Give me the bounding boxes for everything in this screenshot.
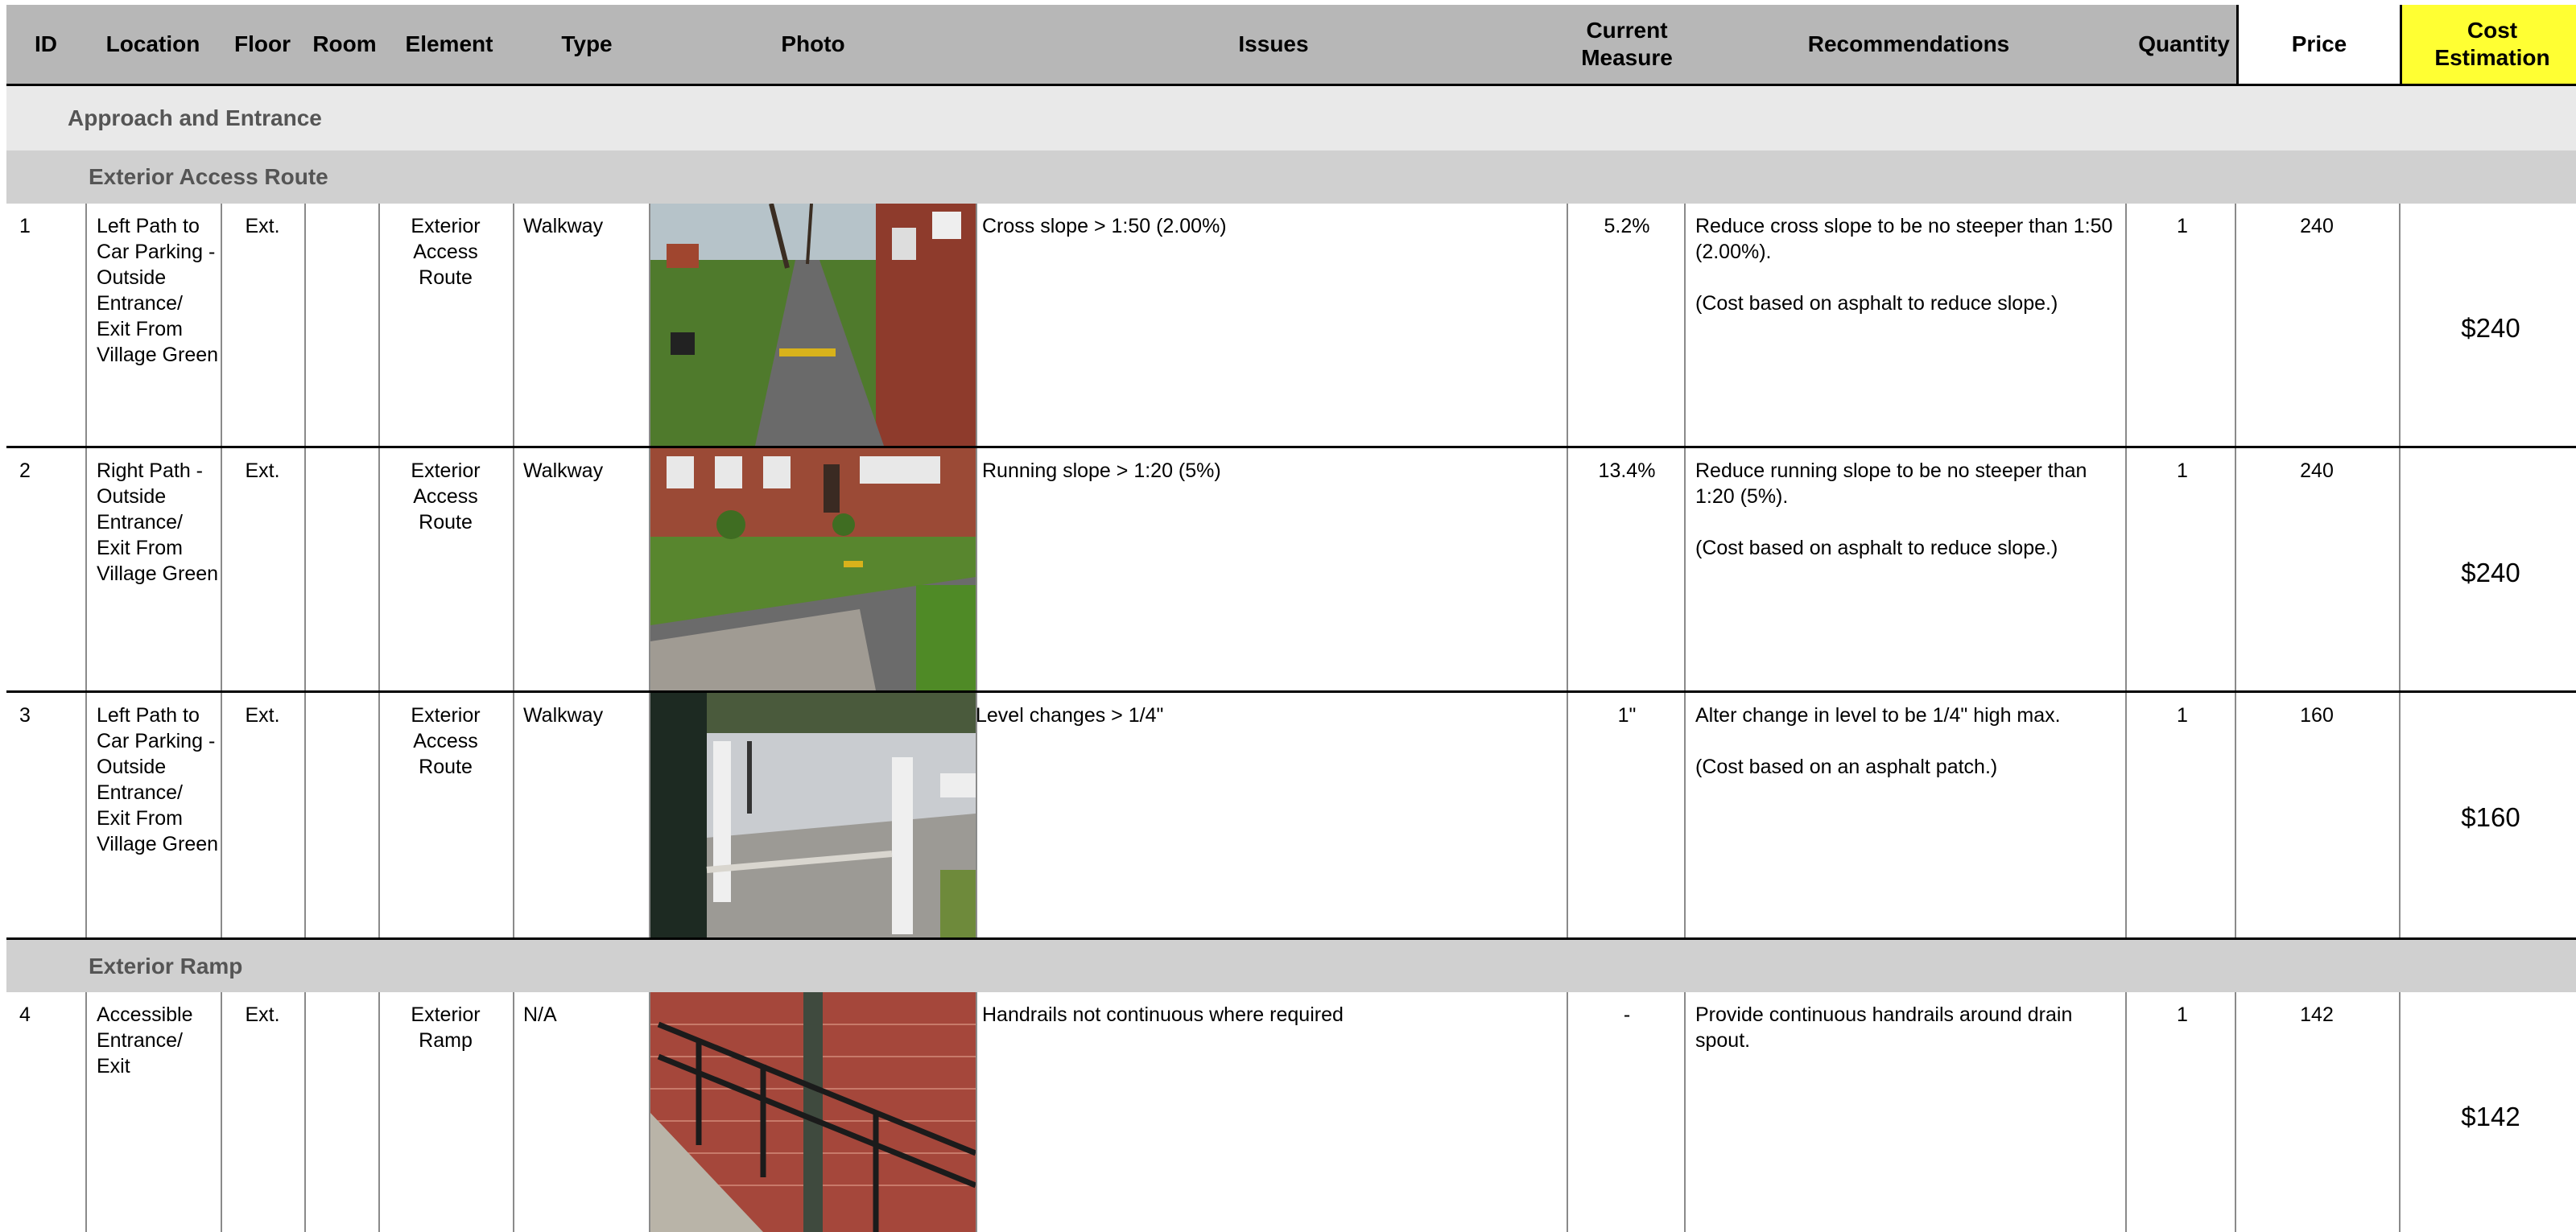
col-header-recommendations[interactable]: Recommendations: [1687, 5, 2130, 84]
cell-issue: Level changes > 1/4": [976, 704, 1164, 727]
ramp-handrail-photo[interactable]: [650, 992, 976, 1232]
col-header-current-measure[interactable]: Current Measure: [1567, 5, 1687, 84]
cell-location: Right Path - Outside Entrance/ Exit From…: [97, 459, 219, 585]
cell-recommendation: Alter change in level to be 1/4" high ma…: [1695, 704, 2061, 778]
cell-floor: Ext.: [245, 459, 280, 482]
cell-recommendation: Reduce running slope to be no steeper th…: [1695, 459, 2087, 559]
cell-cost-estimation: $160: [2461, 802, 2520, 832]
col-header-type[interactable]: Type: [520, 5, 654, 84]
cell-recommendation: Reduce cross slope to be no steeper than…: [1695, 215, 2113, 315]
cell-type: Walkway: [523, 704, 604, 727]
cell-element: Exterior Ramp: [411, 1003, 481, 1052]
cell-issue: Handrails not continuous where required: [982, 1003, 1344, 1026]
cell-id: 1: [19, 215, 31, 237]
cell-issue: Running slope > 1:20 (5%): [982, 459, 1221, 482]
cell-element: Exterior Access Route: [411, 459, 481, 534]
path-photo[interactable]: [650, 448, 976, 690]
section-approach-and-entrance: Approach and Entrance: [6, 86, 2576, 150]
cell-type: Walkway: [523, 459, 604, 482]
walkway-photo[interactable]: [650, 204, 976, 446]
accessibility-report-sheet: ID Location Floor Room Element Type Phot…: [6, 5, 2576, 1232]
cell-id: 2: [19, 459, 31, 482]
col-header-quantity[interactable]: Quantity: [2130, 5, 2238, 84]
col-header-price[interactable]: Price: [2236, 5, 2402, 84]
cell-price: 160: [2300, 704, 2334, 727]
cell-price: 240: [2300, 459, 2334, 482]
cell-quantity: 1: [2177, 1003, 2188, 1026]
cell-cost-estimation: $240: [2461, 313, 2520, 343]
header-row: ID Location Floor Room Element Type Phot…: [6, 5, 2576, 86]
cell-type: Walkway: [523, 215, 604, 237]
cell-id: 3: [19, 704, 31, 727]
cell-quantity: 1: [2177, 704, 2188, 727]
subsection-exterior-access-route: Exterior Access Route: [6, 150, 2576, 204]
col-header-cost-estimation[interactable]: Cost Estimation: [2402, 5, 2576, 84]
level-change-photo[interactable]: [650, 693, 976, 937]
cell-recommendation: Provide continuous handrails around drai…: [1695, 1003, 2073, 1052]
cell-location: Accessible Entrance/ Exit: [97, 1003, 193, 1077]
cell-current-measure: 13.4%: [1598, 459, 1656, 482]
cell-current-measure: 5.2%: [1604, 215, 1650, 237]
table-row[interactable]: 4 Accessible Entrance/ Exit Ext. Exterio…: [6, 992, 2576, 1232]
cell-type: N/A: [523, 1003, 557, 1026]
cell-id: 4: [19, 1003, 31, 1026]
cell-issue: Cross slope > 1:50 (2.00%): [982, 215, 1227, 237]
cell-location: Left Path to Car Parking - Outside Entra…: [97, 704, 219, 855]
col-header-id[interactable]: ID: [6, 5, 85, 84]
col-header-location[interactable]: Location: [85, 5, 221, 84]
cell-location: Left Path to Car Parking - Outside Entra…: [97, 215, 219, 366]
col-header-floor[interactable]: Floor: [221, 5, 304, 84]
cell-current-measure: 1": [1617, 704, 1637, 727]
cell-floor: Ext.: [245, 215, 280, 237]
cell-quantity: 1: [2177, 215, 2188, 237]
cell-price: 142: [2300, 1003, 2334, 1026]
table-row[interactable]: 2 Right Path - Outside Entrance/ Exit Fr…: [6, 448, 2576, 693]
cell-element: Exterior Access Route: [411, 215, 481, 289]
cell-floor: Ext.: [245, 1003, 280, 1026]
cell-floor: Ext.: [245, 704, 280, 727]
cell-quantity: 1: [2177, 459, 2188, 482]
col-header-element[interactable]: Element: [378, 5, 520, 84]
cell-price: 240: [2300, 215, 2334, 237]
subsection-exterior-ramp: Exterior Ramp: [6, 937, 2576, 992]
col-header-photo[interactable]: Photo: [650, 5, 976, 84]
cell-cost-estimation: $142: [2461, 1102, 2520, 1131]
col-header-room[interactable]: Room: [304, 5, 385, 84]
cell-current-measure: -: [1623, 1003, 1631, 1026]
table-row[interactable]: 3 Left Path to Car Parking - Outside Ent…: [6, 693, 2576, 937]
cell-cost-estimation: $240: [2461, 558, 2520, 587]
table-row[interactable]: 1 Left Path to Car Parking - Outside Ent…: [6, 204, 2576, 448]
col-header-issues[interactable]: Issues: [976, 5, 1571, 84]
cell-element: Exterior Access Route: [411, 704, 481, 778]
